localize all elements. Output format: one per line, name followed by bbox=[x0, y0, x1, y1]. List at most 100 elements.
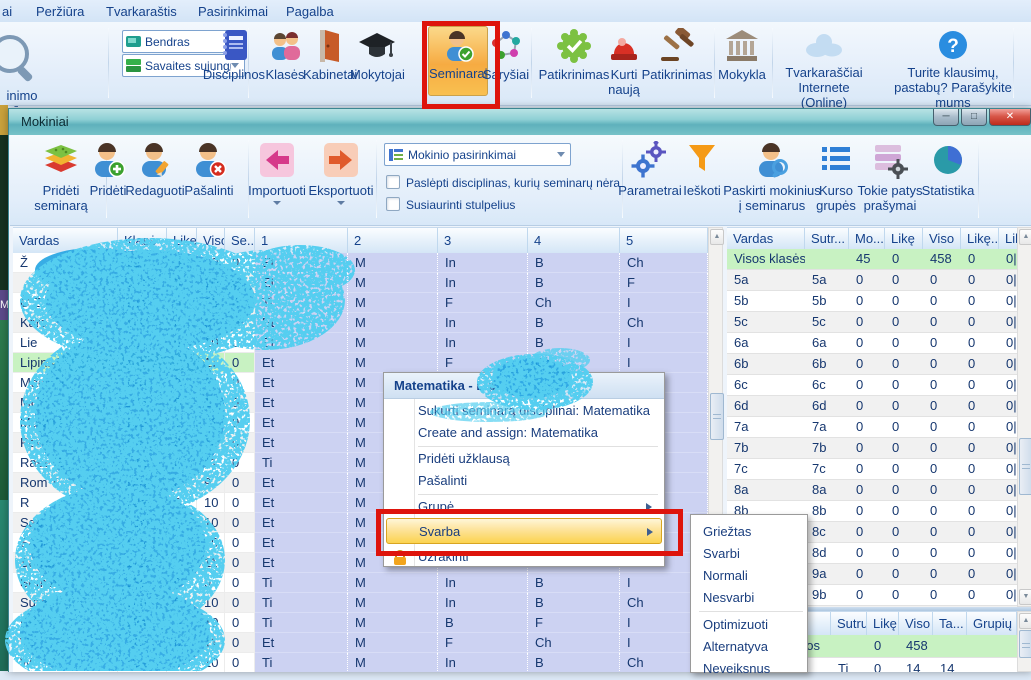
ribbon-button-mokytojai[interactable]: Mokytojai bbox=[350, 26, 404, 82]
table-row[interactable]: Kars12a090EtMInBCh bbox=[13, 313, 708, 333]
table-row[interactable]: 5b5b00000|0 bbox=[727, 291, 1017, 312]
column-header[interactable]: Mo... bbox=[849, 228, 885, 250]
statistics-button[interactable]: Statistika bbox=[918, 141, 978, 198]
table-row[interactable]: 7c7c00000|0 bbox=[727, 459, 1017, 480]
table-row[interactable]: 7b7b00000|0 bbox=[727, 438, 1017, 459]
column-header[interactable]: 4 bbox=[528, 228, 620, 254]
table-row[interactable]: Sem A12a090TiMInBI bbox=[13, 573, 708, 593]
print-preview-icon[interactable] bbox=[0, 28, 34, 84]
scrollbar-thumb[interactable] bbox=[1019, 630, 1031, 658]
table-row[interactable]: 6c6c00000|0 bbox=[727, 375, 1017, 396]
ribbon-button-klases[interactable]: Klasės bbox=[263, 26, 307, 82]
ribbon-button-help-feedback[interactable]: ? Turite klausimų, pastabų? Parašykite m… bbox=[880, 26, 1026, 110]
table-row[interactable]: W12a0100TiMInBCh bbox=[13, 653, 708, 672]
table-row[interactable]: Ž12a0100EtMInBCh bbox=[13, 253, 708, 273]
column-header[interactable]: Likę bbox=[867, 612, 899, 636]
window-titlebar[interactable]: Mokiniai ─ □ ✕ bbox=[9, 109, 1031, 135]
close-button[interactable]: ✕ bbox=[989, 109, 1031, 126]
submenu-item-neveiksnus[interactable]: Neveiksnus bbox=[703, 658, 803, 680]
classes-table-scrollbar[interactable]: ▲ ▼ bbox=[1017, 227, 1031, 607]
submenu-item-nesvarbi[interactable]: Nesvarbi bbox=[703, 587, 803, 609]
column-header[interactable]: 5 bbox=[620, 228, 708, 254]
menu-item-add-request[interactable]: Pridėti užklausą bbox=[418, 448, 658, 470]
column-header[interactable]: 2 bbox=[348, 228, 438, 254]
column-header[interactable]: Ta... bbox=[933, 612, 967, 636]
submenu-item-svarbi[interactable]: Svarbi bbox=[703, 543, 803, 565]
table-cell: 6c bbox=[805, 375, 849, 395]
submenu-item-normali[interactable]: Normali bbox=[703, 565, 803, 587]
table-row[interactable]: Surm12a0100TiMInBCh bbox=[13, 593, 708, 613]
table-cell: 8c bbox=[805, 522, 849, 542]
column-header[interactable]: Klasė bbox=[118, 228, 167, 254]
ribbon-button-mokykla[interactable]: Mokykla bbox=[714, 26, 770, 82]
scroll-down-icon[interactable]: ▼ bbox=[1019, 589, 1031, 605]
table-row[interactable]: 6b6b00000|0 bbox=[727, 354, 1017, 375]
table-row[interactable]: 8a8a00000|0 bbox=[727, 480, 1017, 501]
submenu-item-optimizuoti[interactable]: Optimizuoti bbox=[703, 614, 803, 636]
ribbon-button-disciplinos[interactable]: Disciplinos bbox=[202, 26, 266, 82]
ribbon-button-kurti-nauja[interactable]: Kurti naują bbox=[604, 26, 644, 97]
column-header[interactable]: Likę... bbox=[999, 228, 1017, 250]
table-row[interactable]: Lie12a0100EtMInBI bbox=[13, 333, 708, 353]
maximize-button[interactable]: □ bbox=[961, 109, 987, 126]
background-window-edge bbox=[0, 500, 8, 671]
scroll-up-icon[interactable]: ▲ bbox=[1019, 613, 1031, 629]
menu-item-pasirinkimai[interactable]: Pasirinkimai bbox=[192, 2, 274, 21]
hide-disciplines-checkbox[interactable]: Paslėpti disciplinas, kurių seminarų nėr… bbox=[386, 175, 620, 190]
column-header[interactable]: Likę bbox=[167, 228, 197, 254]
table-row[interactable]: Urb12a0100TiMBFI bbox=[13, 613, 708, 633]
column-header[interactable]: Viso bbox=[899, 612, 933, 636]
menu-item-remove[interactable]: Pašalinti bbox=[418, 470, 658, 492]
narrow-columns-checkbox[interactable]: Susiaurinti stulpelius bbox=[386, 197, 515, 212]
scrollbar-thumb[interactable] bbox=[710, 393, 724, 440]
remove-student-button[interactable]: Pašalinti bbox=[178, 141, 240, 198]
export-button[interactable]: Eksportuoti bbox=[306, 141, 376, 205]
table-cell: 0 bbox=[167, 573, 197, 593]
menu-item-create-assign[interactable]: Create and assign: Matematika bbox=[418, 422, 658, 444]
menu-item-pagalba[interactable]: Pagalba bbox=[280, 2, 340, 21]
column-header[interactable]: Vardas bbox=[727, 228, 805, 250]
menu-item-create-seminar[interactable]: Sukurti seminarą disciplinai: Matematika bbox=[418, 400, 658, 422]
table-row[interactable]: 6a6a00000|0 bbox=[727, 333, 1017, 354]
column-header[interactable]: Sutr... bbox=[805, 228, 849, 250]
column-header[interactable]: Likę... bbox=[961, 228, 999, 250]
ribbon-button-kabinetai[interactable]: Kabinetai bbox=[303, 26, 355, 82]
scrollbar-thumb[interactable] bbox=[1019, 438, 1031, 495]
column-header[interactable]: Viso bbox=[197, 228, 225, 254]
ribbon-button-patikrinimas-2[interactable]: Patikrinimas bbox=[641, 26, 713, 82]
table-cell: 0 bbox=[885, 438, 923, 458]
parameters-button[interactable]: Parametrai bbox=[616, 141, 684, 198]
minimize-button[interactable]: ─ bbox=[933, 109, 959, 126]
column-header[interactable]: Se... bbox=[225, 228, 255, 254]
table-row[interactable]: 6d6d00000|0 bbox=[727, 396, 1017, 417]
table-row[interactable]: Č Z12a0100TiMFChI bbox=[13, 293, 708, 313]
column-header[interactable]: Vardas bbox=[13, 228, 118, 254]
table-cell: 0|0 bbox=[999, 396, 1017, 416]
table-row[interactable]: Visos klasės45045800|0 bbox=[727, 249, 1017, 270]
table-row[interactable]: 5a5a00000|0 bbox=[727, 270, 1017, 291]
menu-item-perziura[interactable]: Peržiūra bbox=[30, 2, 90, 21]
summary-table-scrollbar[interactable]: ▲ bbox=[1017, 611, 1031, 672]
import-button[interactable]: Importuoti bbox=[244, 141, 310, 205]
column-header[interactable]: 1 bbox=[255, 228, 348, 254]
column-header[interactable]: 3 bbox=[438, 228, 528, 254]
student-choices-combo[interactable]: Mokinio pasirinkimai bbox=[384, 143, 571, 166]
scroll-up-icon[interactable]: ▲ bbox=[710, 229, 724, 245]
same-requests-button[interactable]: Tokie patys prašymai bbox=[852, 141, 928, 213]
submenu-item-alternatyva[interactable]: Alternatyva bbox=[703, 636, 803, 658]
column-header[interactable]: Grupių p bbox=[967, 612, 1017, 636]
table-row[interactable]: 12a0100EtMInBF bbox=[13, 273, 708, 293]
submenu-item-grieztas[interactable]: Griežtas bbox=[703, 521, 803, 543]
menu-item-failai[interactable]: ai bbox=[0, 2, 18, 21]
table-row[interactable]: 5c5c00000|0 bbox=[727, 312, 1017, 333]
ribbon-button-tvarkarasciai-online[interactable]: Tvarkaraščiai Internete (Online) bbox=[778, 26, 870, 110]
menu-item-tvarkarastis[interactable]: Tvarkaraštis bbox=[100, 2, 183, 21]
table-row[interactable]: Va12a0110EtMFChI bbox=[13, 633, 708, 653]
column-header[interactable]: Likę bbox=[885, 228, 923, 250]
scroll-up-icon[interactable]: ▲ bbox=[1019, 229, 1031, 245]
ribbon-button-patikrinimas-1[interactable]: Patikrinimas bbox=[538, 26, 610, 82]
column-header[interactable]: Sutru... bbox=[831, 612, 867, 636]
table-row[interactable]: 7a7a00000|0 bbox=[727, 417, 1017, 438]
table-row[interactable]: Lipins T12a0110EtMFChI bbox=[13, 353, 708, 373]
column-header[interactable]: Viso bbox=[923, 228, 961, 250]
